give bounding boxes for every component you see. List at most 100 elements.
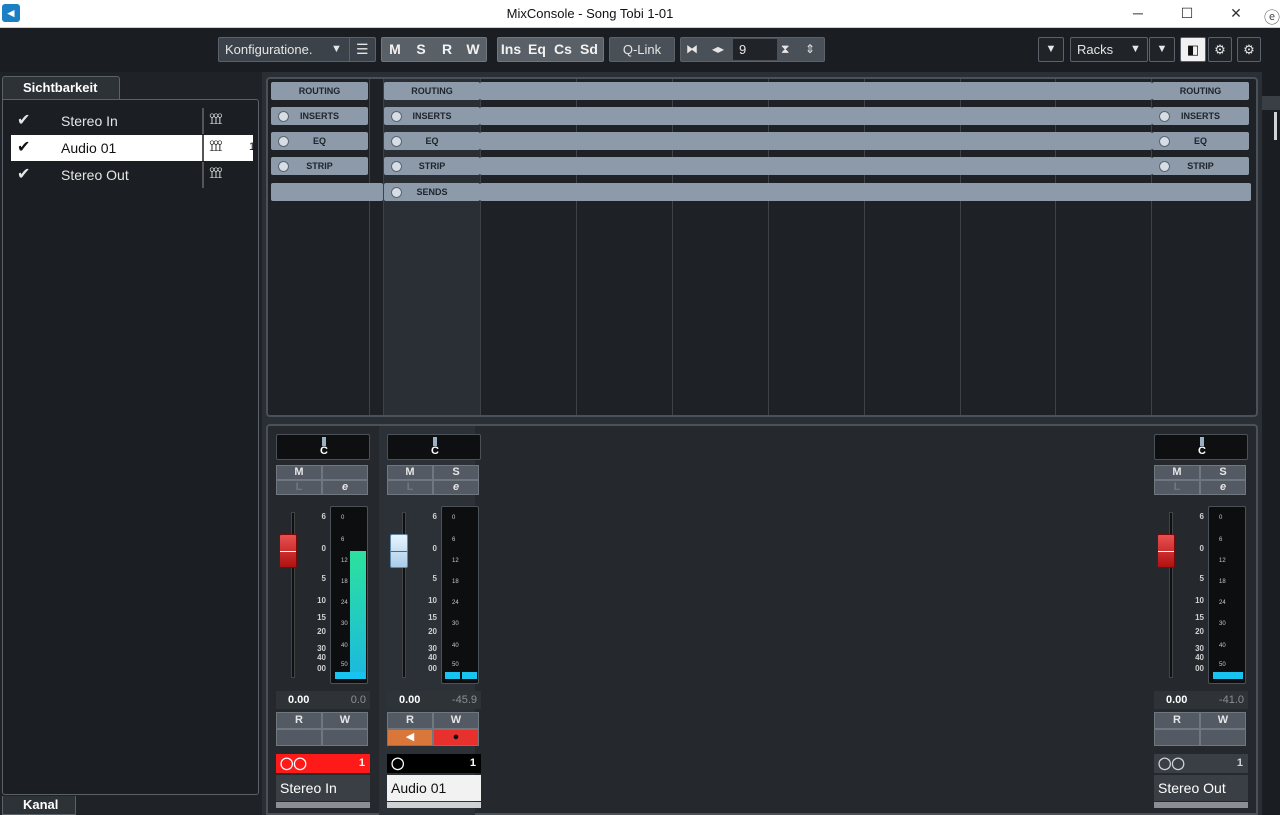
- cs-toggle-button[interactable]: Cs: [550, 38, 576, 61]
- rack-eq-stereo-out[interactable]: EQ: [1152, 132, 1249, 150]
- rack-strip-audio-01[interactable]: STRIP: [384, 157, 480, 175]
- minimize-button[interactable]: ─: [1128, 4, 1148, 22]
- write-automation-button[interactable]: W: [322, 712, 368, 729]
- edit-channel-button[interactable]: e: [1200, 480, 1246, 495]
- left-zone-toggle-button[interactable]: ◧: [1180, 37, 1206, 62]
- edge-browser-icon[interactable]: ⓔ: [1264, 4, 1280, 27]
- peak-value[interactable]: -41.0: [1219, 694, 1244, 706]
- monitor-button[interactable]: [276, 729, 322, 746]
- inserts-toggle-button[interactable]: Ins: [498, 38, 524, 61]
- rack-sends-audio-01[interactable]: SENDS: [384, 183, 480, 201]
- close-button[interactable]: ✕: [1226, 4, 1246, 22]
- pan-control[interactable]: C: [276, 434, 370, 460]
- write-automation-button[interactable]: W: [1200, 712, 1246, 729]
- power-icon[interactable]: [391, 161, 402, 172]
- channel-name[interactable]: Stereo Out: [1154, 775, 1248, 801]
- listen-button[interactable]: L: [1154, 480, 1200, 495]
- solo-button[interactable]: S: [433, 465, 479, 480]
- rack-eq-stereo-in[interactable]: EQ: [271, 132, 368, 150]
- checkmark-icon[interactable]: ✔: [17, 164, 30, 184]
- power-icon[interactable]: [391, 111, 402, 122]
- write-automation-button[interactable]: W: [433, 712, 479, 729]
- rack-strip-stereo-in[interactable]: STRIP: [271, 157, 368, 175]
- global-write-button[interactable]: W: [460, 38, 486, 61]
- read-automation-button[interactable]: R: [276, 712, 322, 729]
- hourglass-icon[interactable]: ⧗: [781, 38, 789, 61]
- read-automation-button[interactable]: R: [387, 712, 433, 729]
- volume-value[interactable]: 0.00: [399, 694, 420, 706]
- edit-channel-button[interactable]: e: [433, 480, 479, 495]
- list-item[interactable]: ✔ Stereo Out ⟟⟟⟟: [11, 162, 253, 188]
- channel-color-bar[interactable]: ◯◯ 1: [1154, 754, 1248, 773]
- zoom-fit-icon[interactable]: ⧓: [686, 38, 698, 61]
- power-icon[interactable]: [391, 187, 402, 198]
- settings-button[interactable]: ⚙: [1237, 37, 1261, 62]
- pan-control[interactable]: C: [387, 434, 481, 460]
- peak-value[interactable]: -45.9: [452, 694, 477, 706]
- eq-toggle-button[interactable]: Eq: [524, 38, 550, 61]
- checkmark-icon[interactable]: ✔: [17, 110, 30, 130]
- channel-name[interactable]: Stereo In: [276, 775, 370, 801]
- channel-count-field[interactable]: 9: [733, 39, 777, 60]
- power-icon[interactable]: [278, 161, 289, 172]
- racks-dropdown[interactable]: Racks ▼: [1070, 37, 1148, 62]
- channel-color-bar[interactable]: ◯ 1: [387, 754, 481, 773]
- sd-toggle-button[interactable]: Sd: [576, 38, 602, 61]
- rack-strip-stereo-out[interactable]: STRIP: [1152, 157, 1249, 175]
- list-item[interactable]: ✔ Stereo In ⟟⟟⟟: [11, 108, 253, 134]
- power-icon[interactable]: [1159, 136, 1170, 147]
- rack-inserts-stereo-in[interactable]: INSERTS: [271, 107, 368, 125]
- volume-fader[interactable]: [1157, 534, 1175, 568]
- mute-button[interactable]: M: [1154, 465, 1200, 480]
- global-solo-button[interactable]: S: [408, 38, 434, 61]
- rack-routing-stereo-out[interactable]: ROUTING: [1152, 82, 1249, 100]
- solo-button[interactable]: S: [1200, 465, 1246, 480]
- rack-routing-stereo-in[interactable]: ROUTING: [271, 82, 368, 100]
- mute-button[interactable]: M: [276, 465, 322, 480]
- tab-visibility[interactable]: Sichtbarkeit: [2, 76, 120, 100]
- monitor-button[interactable]: [1154, 729, 1200, 746]
- power-icon[interactable]: [1159, 161, 1170, 172]
- monitor-button[interactable]: ◀: [387, 729, 433, 746]
- global-mute-button[interactable]: M: [382, 38, 408, 61]
- maximize-button[interactable]: ☐: [1177, 4, 1197, 22]
- rack-inserts-stereo-out[interactable]: INSERTS: [1152, 107, 1249, 125]
- q-link-button[interactable]: Q-Link: [609, 37, 675, 62]
- zoom-width-icon[interactable]: ◂▸: [712, 38, 724, 61]
- configuration-dropdown[interactable]: Konfiguratione. ▼ ☰: [218, 37, 376, 62]
- volume-value[interactable]: 0.00: [288, 694, 309, 706]
- power-icon[interactable]: [391, 136, 402, 147]
- channel-color-bar[interactable]: ◯◯ 1: [276, 754, 370, 773]
- read-automation-button[interactable]: R: [1154, 712, 1200, 729]
- scrollbar[interactable]: [1274, 112, 1277, 140]
- pan-control[interactable]: C: [1154, 434, 1248, 460]
- rack-routing-audio-01[interactable]: ROUTING: [384, 82, 480, 100]
- rack-inserts-audio-01[interactable]: INSERTS: [384, 107, 480, 125]
- global-read-button[interactable]: R: [434, 38, 460, 61]
- record-enable-button[interactable]: [322, 729, 368, 746]
- tab-channel[interactable]: Kanal: [2, 796, 76, 815]
- power-icon[interactable]: [278, 136, 289, 147]
- mute-button[interactable]: M: [387, 465, 433, 480]
- volume-value[interactable]: 0.00: [1166, 694, 1187, 706]
- up-down-icon[interactable]: ⇕: [805, 38, 815, 61]
- power-icon[interactable]: [278, 111, 289, 122]
- channel-name[interactable]: Audio 01: [387, 775, 481, 801]
- listen-button[interactable]: L: [387, 480, 433, 495]
- solo-button[interactable]: [322, 465, 368, 480]
- list-item[interactable]: ✔ Audio 01 ⟟⟟⟟ 1: [11, 135, 255, 161]
- record-enable-button[interactable]: [1200, 729, 1246, 746]
- listen-button[interactable]: L: [276, 480, 322, 495]
- rack-eq-audio-01[interactable]: EQ: [384, 132, 480, 150]
- checkmark-icon[interactable]: ✔: [17, 137, 30, 157]
- list-icon[interactable]: ☰: [356, 38, 369, 61]
- window-menu-dropdown[interactable]: ▼: [1149, 37, 1175, 62]
- record-enable-button[interactable]: ●: [433, 729, 479, 746]
- edit-channel-button[interactable]: e: [322, 480, 368, 495]
- left-zone-dropdown[interactable]: ▼: [1038, 37, 1064, 62]
- power-icon[interactable]: [1159, 111, 1170, 122]
- channel-settings-button[interactable]: ⚙: [1208, 37, 1232, 62]
- volume-fader[interactable]: [279, 534, 297, 568]
- volume-fader[interactable]: [390, 534, 408, 568]
- peak-value[interactable]: 0.0: [351, 694, 366, 706]
